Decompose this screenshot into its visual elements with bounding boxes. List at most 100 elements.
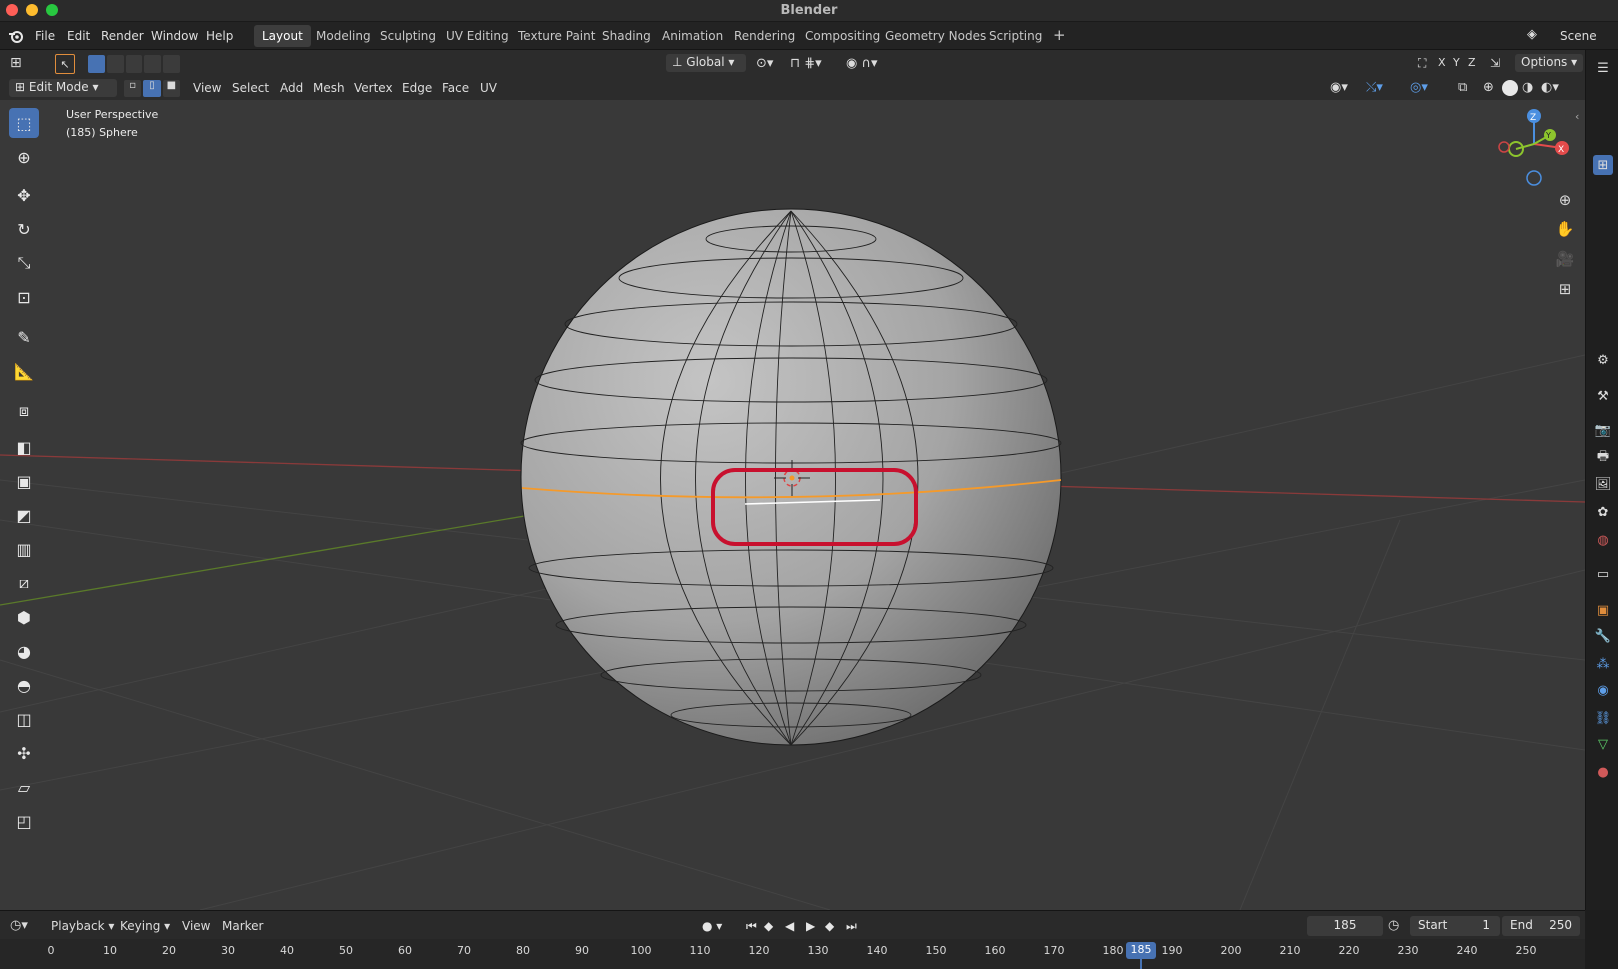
particles-properties-icon[interactable]: ⁂ [1593, 654, 1613, 674]
zoom-icon[interactable]: ⊕ [1552, 187, 1578, 213]
tab-modeling[interactable]: Modeling [308, 25, 379, 47]
select-tool-icon[interactable]: ↖ [55, 54, 75, 74]
object-properties-icon[interactable]: ▣ [1593, 600, 1613, 620]
mirror-icon[interactable]: ⛶ [1418, 56, 1426, 71]
rip-region-tool-icon[interactable]: ◰ [9, 806, 39, 836]
record-icon[interactable]: ● ▾ [702, 919, 722, 933]
scene-selector-icon[interactable]: ◈ [1527, 27, 1537, 42]
camera-view-icon[interactable]: 🎥 [1552, 246, 1578, 272]
header-menu-face[interactable]: Face [442, 81, 469, 95]
overlays-icon[interactable]: ◎▾ [1410, 80, 1428, 95]
tab-compositing[interactable]: Compositing [797, 25, 888, 47]
menu-file[interactable]: File [35, 29, 55, 43]
add-workspace-icon[interactable]: + [1045, 25, 1074, 47]
annotate-tool-icon[interactable]: ✎ [9, 322, 39, 352]
tab-texture-paint[interactable]: Texture Paint [510, 25, 603, 47]
wireframe-shading-icon[interactable]: ⊕ [1483, 80, 1494, 95]
ortho-grid-icon[interactable]: ⊞ [1552, 276, 1578, 302]
sidebar-toggle-icon[interactable]: ‹ [1575, 110, 1579, 123]
mode-dropdown[interactable]: ⊞ Edit Mode ▾ [9, 79, 117, 97]
timeline-editor-type-icon[interactable]: ◷▾ [10, 918, 28, 933]
timeline-menu-view[interactable]: View [182, 919, 210, 933]
transform-tool-icon[interactable]: ⊡ [9, 282, 39, 312]
current-frame-field[interactable]: 185 [1307, 916, 1383, 936]
material-properties-icon[interactable]: ● [1593, 762, 1613, 782]
menu-window[interactable]: Window [151, 29, 198, 43]
auto-merge-icon[interactable]: ⇲ [1490, 56, 1500, 70]
jump-end-icon[interactable]: ⏭ [846, 919, 857, 934]
play-reverse-icon[interactable]: ◀ [785, 919, 794, 933]
tool-settings-icon[interactable]: ⚒ [1593, 386, 1613, 406]
loop-cut-tool-icon[interactable]: ▥ [9, 534, 39, 564]
jump-start-icon[interactable]: ⏮ [746, 919, 757, 934]
header-menu-add[interactable]: Add [280, 81, 303, 95]
select-invert-icon[interactable] [144, 55, 162, 73]
timeline-menu-marker[interactable]: Marker [222, 919, 263, 933]
snap-icon[interactable]: ⊓ ⋕▾ [790, 56, 822, 71]
rotate-tool-icon[interactable]: ↻ [9, 214, 39, 244]
collection-properties-icon[interactable]: ▭ [1593, 564, 1613, 584]
select-subtract-icon[interactable] [125, 55, 143, 73]
tab-shading[interactable]: Shading [594, 25, 659, 47]
header-menu-vertex[interactable]: Vertex [354, 81, 393, 95]
edge-select-icon[interactable]: ▯ [143, 80, 161, 97]
tab-animation[interactable]: Animation [654, 25, 731, 47]
edge-slide-tool-icon[interactable]: ◫ [9, 704, 39, 734]
shrink-fatten-tool-icon[interactable]: ✣ [9, 738, 39, 768]
play-icon[interactable]: ▶ [806, 919, 815, 933]
end-frame-field[interactable]: End 250 [1502, 916, 1580, 936]
next-keyframe-icon[interactable]: ◆ [825, 919, 834, 933]
timeline-ruler[interactable]: 0 10 20 30 40 50 60 70 80 90 100 110 120… [0, 939, 1585, 969]
measure-tool-icon[interactable]: 📐 [9, 356, 39, 386]
bevel-tool-icon[interactable]: ◩ [9, 500, 39, 530]
header-menu-select[interactable]: Select [232, 81, 269, 95]
editor-type-icon[interactable]: ⊞ [10, 55, 22, 71]
move-tool-icon[interactable]: ✥ [9, 180, 39, 210]
world-properties-icon[interactable]: ◍ [1593, 530, 1613, 550]
navigation-gizmo[interactable]: Z X Y [1498, 109, 1569, 186]
menu-render[interactable]: Render [101, 29, 144, 43]
spin-tool-icon[interactable]: ◕ [9, 636, 39, 666]
header-menu-edge[interactable]: Edge [402, 81, 432, 95]
inset-tool-icon[interactable]: ▣ [9, 466, 39, 496]
preview-range-icon[interactable]: ◷ [1388, 918, 1399, 933]
select-new-icon[interactable] [88, 55, 105, 73]
tab-rendering[interactable]: Rendering [726, 25, 803, 47]
header-menu-view[interactable]: View [193, 81, 221, 95]
tool-properties-icon[interactable]: ⚙ [1593, 350, 1613, 370]
output-properties-icon[interactable]: 🖶 [1593, 448, 1613, 468]
options-dropdown[interactable]: Options ▾ [1515, 54, 1584, 72]
physics-properties-icon[interactable]: ◉ [1593, 680, 1613, 700]
timeline-menu-keying[interactable]: Keying ▾ [120, 919, 170, 933]
modifier-properties-icon[interactable]: 🔧 [1593, 626, 1613, 646]
vertex-select-icon[interactable]: ▫ [124, 80, 142, 97]
select-extend-icon[interactable] [106, 55, 124, 73]
pivot-point-icon[interactable]: ⊙▾ [756, 56, 773, 71]
header-menu-uv[interactable]: UV [480, 81, 497, 95]
add-cube-tool-icon[interactable]: ⧈ [9, 396, 39, 426]
timeline-menu-playback[interactable]: Playback ▾ [51, 919, 114, 933]
3d-viewport[interactable]: Z X Y User Perspective (185) Sphere ⊕ ✋ … [0, 100, 1585, 910]
orientation-dropdown[interactable]: ⊥ Global ▾ [666, 54, 746, 72]
xray-icon[interactable]: ⧉ [1458, 80, 1467, 95]
prev-keyframe-icon[interactable]: ◆ [764, 919, 773, 933]
select-box-tool-icon[interactable]: ⬚ [9, 108, 39, 138]
tab-sculpting[interactable]: Sculpting [372, 25, 444, 47]
outliner-icon[interactable]: ☰ [1593, 58, 1613, 78]
tab-uv-editing[interactable]: UV Editing [438, 25, 517, 47]
proportional-editing-icon[interactable]: ◉ ∩▾ [846, 56, 878, 71]
gizmo-toggle-icon[interactable]: ⤯▾ [1366, 80, 1383, 95]
tab-layout[interactable]: Layout [254, 25, 311, 47]
header-menu-mesh[interactable]: Mesh [313, 81, 345, 95]
solid-shading-icon[interactable] [1502, 80, 1518, 96]
constraints-properties-icon[interactable]: ⛓ [1593, 708, 1613, 728]
face-select-icon[interactable]: ■ [162, 80, 180, 97]
tab-scripting[interactable]: Scripting [981, 25, 1050, 47]
shear-tool-icon[interactable]: ▱ [9, 772, 39, 802]
extrude-tool-icon[interactable]: ◧ [9, 432, 39, 462]
menu-help[interactable]: Help [206, 29, 233, 43]
select-intersect-icon[interactable] [163, 55, 180, 73]
scene-name[interactable]: Scene [1560, 29, 1597, 43]
tab-geometry-nodes[interactable]: Geometry Nodes [877, 25, 994, 47]
playhead-frame-indicator[interactable]: 185 [1126, 942, 1156, 959]
